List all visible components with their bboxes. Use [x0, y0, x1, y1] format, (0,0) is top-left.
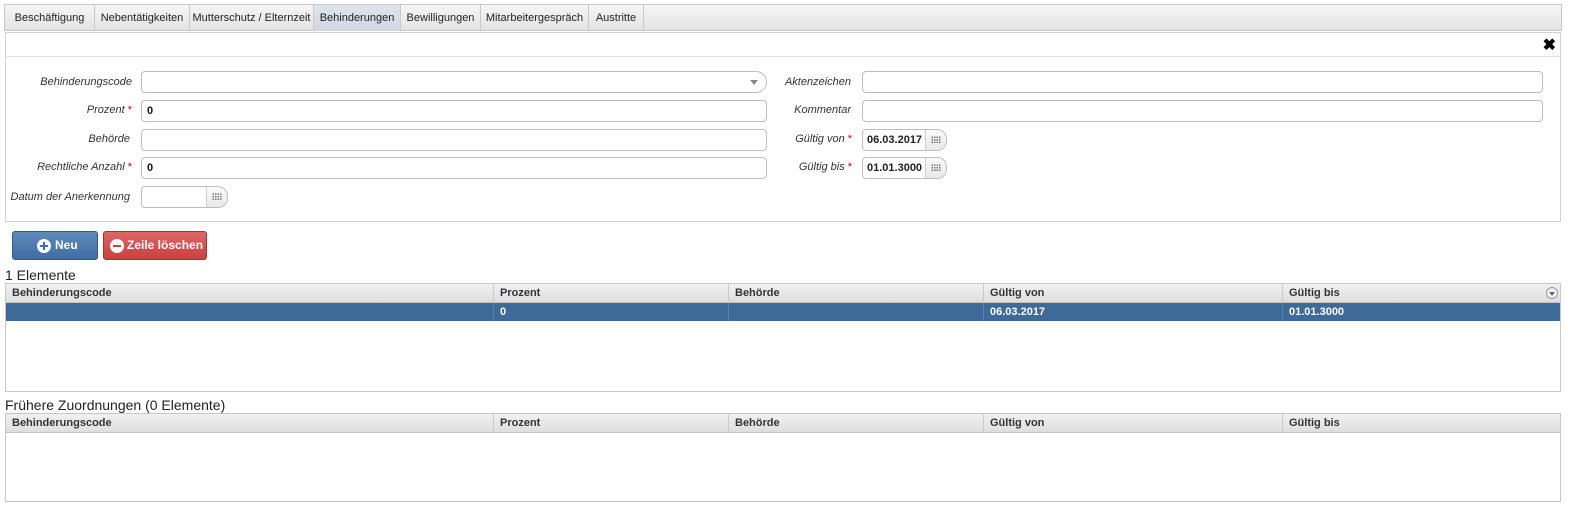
tab-behinderungen[interactable]: Behinderungen — [314, 5, 401, 31]
tab-mutterschutz-elternzeit[interactable]: Mutterschutz / Elternzeit — [190, 5, 314, 31]
tab-mitarbeitergespraech[interactable]: Mitarbeitergespräch — [481, 5, 589, 31]
gueltig-von-field[interactable]: 06.03.2017 — [862, 129, 947, 151]
kommentar-input[interactable] — [862, 100, 1543, 122]
cell-behoerde — [729, 303, 984, 321]
column-header-gueltig-von[interactable]: Gültig von — [984, 414, 1283, 432]
panel-header: ✖ — [6, 33, 1560, 57]
gueltig-bis-field[interactable]: 01.01.3000 — [862, 157, 947, 179]
kommentar-label: Kommentar — [794, 104, 851, 116]
delete-row-button-label: Zeile löschen — [127, 238, 204, 252]
calendar-icon — [931, 164, 941, 172]
tab-nebentaetigkeiten[interactable]: Nebentätigkeiten — [95, 5, 190, 31]
chevron-down-icon[interactable] — [750, 80, 758, 85]
calendar-icon — [212, 193, 222, 201]
gueltig-bis-label: Gültig bis * — [798, 161, 852, 173]
cell-gueltig-bis: 01.01.3000 — [1289, 306, 1345, 318]
new-button-label: Neu — [55, 238, 78, 252]
minus-circle-icon — [110, 239, 124, 253]
delete-row-button[interactable]: Zeile löschen — [103, 231, 207, 260]
column-header-behinderungscode[interactable]: Behinderungscode — [6, 284, 494, 302]
previous-grid-title: Frühere Zuordnungen (0 Elemente) — [5, 397, 226, 413]
behoerde-label: Behörde — [88, 133, 130, 145]
calendar-button[interactable] — [925, 158, 946, 178]
column-menu-icon[interactable] — [1546, 287, 1558, 299]
cell-prozent: 0 — [494, 303, 729, 321]
grid-header: Behinderungscode Prozent Behörde Gültig … — [6, 414, 1560, 433]
rechtliche-anzahl-input[interactable] — [141, 157, 767, 179]
aktenzeichen-label: Aktenzeichen — [784, 76, 851, 88]
column-header-prozent[interactable]: Prozent — [494, 284, 729, 302]
datum-anerkennung-label: Datum der Anerkennung — [10, 191, 130, 203]
column-header-behoerde[interactable]: Behörde — [729, 414, 984, 432]
column-header-gueltig-bis[interactable]: Gültig bis — [1283, 284, 1560, 302]
datum-anerkennung-field[interactable] — [141, 186, 228, 208]
tab-bar: Beschäftigung Nebentätigkeiten Muttersch… — [4, 4, 1562, 31]
tab-bewilligungen[interactable]: Bewilligungen — [401, 5, 481, 31]
column-header-behinderungscode[interactable]: Behinderungscode — [6, 414, 494, 432]
column-header-gueltig-bis[interactable]: Gültig bis — [1283, 414, 1560, 432]
prozent-input[interactable] — [141, 100, 767, 122]
behinderungscode-label: Behinderungscode — [40, 76, 132, 88]
current-grid-title: 1 Elemente — [5, 267, 76, 283]
calendar-button[interactable] — [206, 187, 227, 207]
grid-header: Behinderungscode Prozent Behörde Gültig … — [6, 284, 1560, 303]
prozent-label: Prozent * — [86, 104, 132, 116]
new-button[interactable]: Neu — [12, 231, 98, 260]
plus-circle-icon — [37, 239, 51, 253]
tab-austritte[interactable]: Austritte — [589, 5, 644, 31]
behinderungscode-select[interactable] — [141, 71, 767, 93]
gueltig-von-label: Gültig von * — [795, 133, 852, 145]
column-header-behoerde[interactable]: Behörde — [729, 284, 984, 302]
calendar-button[interactable] — [925, 130, 946, 150]
current-grid: Behinderungscode Prozent Behörde Gültig … — [5, 283, 1561, 392]
aktenzeichen-input[interactable] — [862, 71, 1543, 93]
column-header-gueltig-von[interactable]: Gültig von — [984, 284, 1283, 302]
column-header-prozent[interactable]: Prozent — [494, 414, 729, 432]
cell-behinderungscode — [6, 303, 494, 321]
previous-grid: Behinderungscode Prozent Behörde Gültig … — [5, 413, 1561, 502]
close-icon[interactable]: ✖ — [1543, 38, 1556, 54]
behoerde-input[interactable] — [141, 129, 767, 151]
detail-form-panel: ✖ Behinderungscode Prozent* Behörde Rech… — [5, 32, 1561, 222]
tab-beschaeftigung[interactable]: Beschäftigung — [5, 5, 95, 31]
cell-gueltig-von: 06.03.2017 — [984, 303, 1283, 321]
table-row[interactable]: 0 06.03.2017 01.01.3000 — [6, 303, 1560, 321]
rechtliche-anzahl-label: Rechtliche Anzahl * — [37, 161, 132, 173]
calendar-icon — [931, 136, 941, 144]
